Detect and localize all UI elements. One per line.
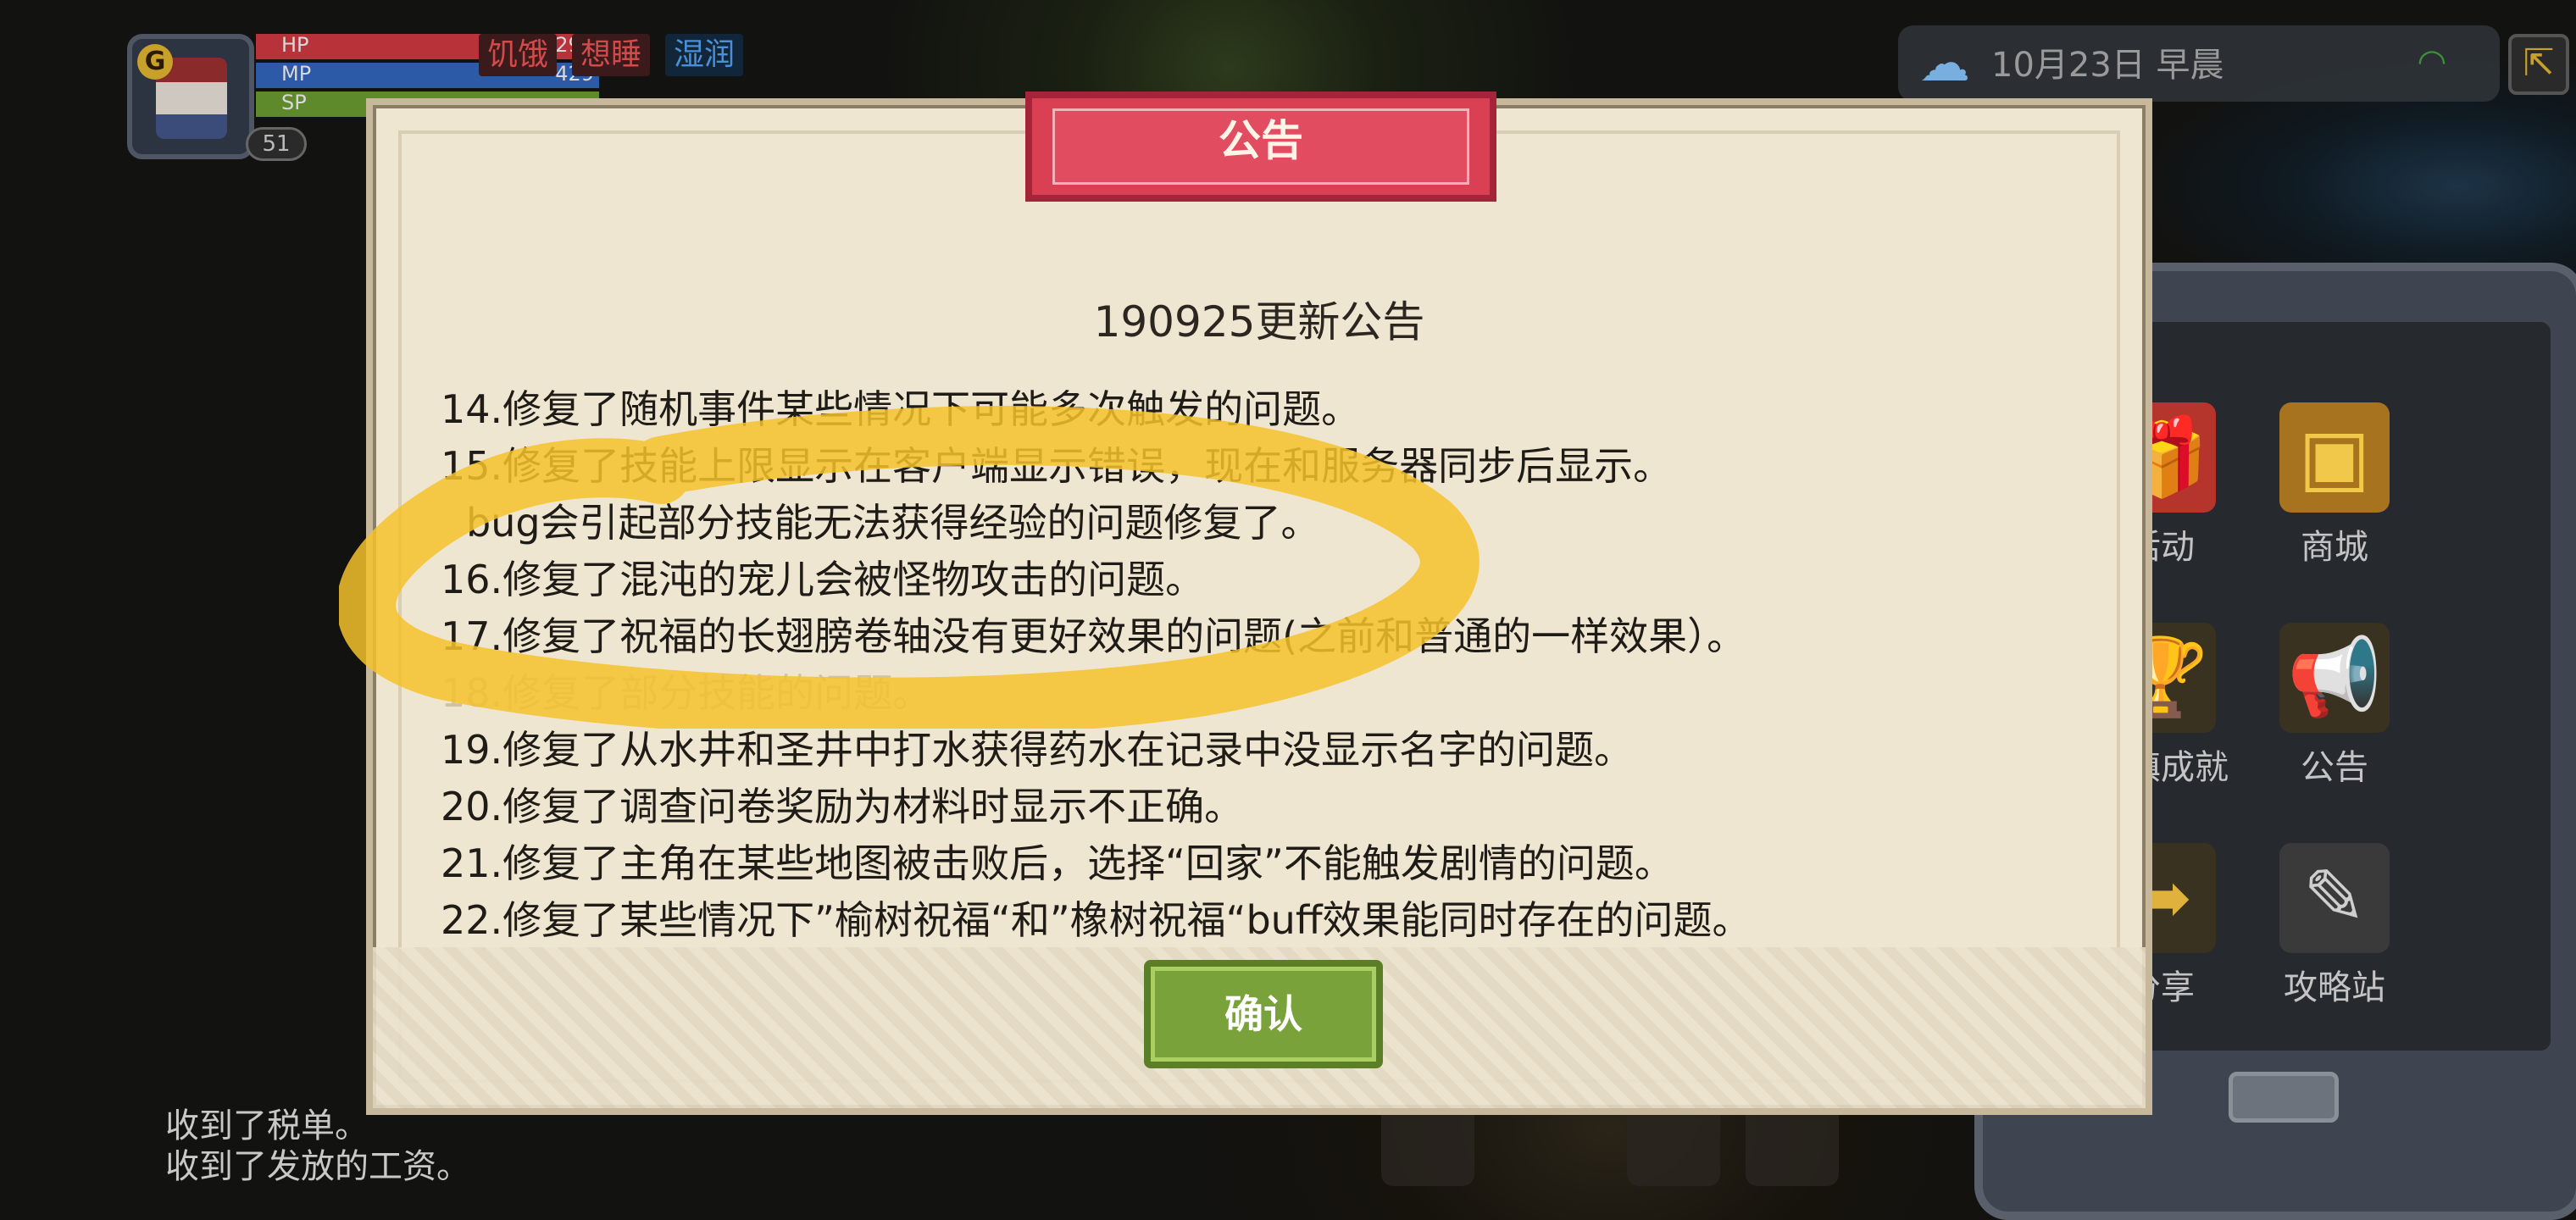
status-hungry[interactable]: 饥饿 [479,34,558,76]
notice-line: 19.修复了从水井和圣井中打水获得药水在记录中没显示名字的问题。 [441,727,1634,773]
notice-line: 22.修复了某些情况下”榆树祝福“和”橡树祝福“buff效果能同时存在的问题。 [441,897,1752,943]
notice-line: 17.修复了祝福的长翅膀卷轴没有更好效果的问题(之前和普通的一样效果）。 [441,613,1746,659]
date-time-text: 10月23日 早晨 [1991,46,2224,85]
guild-badge-icon: G [137,44,173,80]
mp-label: MP [281,62,312,86]
notice-line: 18.修复了部分技能的问题。 [441,670,932,716]
notice-line: 21.修复了主角在某些地图被击败后，选择“回家”不能触发剧情的问题。 [441,840,1674,886]
notice-heading: 190925更新公告 [1093,297,1425,347]
menu-item-label: 攻略站 [2284,968,2385,1007]
confirm-button[interactable]: 确认 [1144,960,1383,1068]
phone-home-button[interactable] [2229,1072,2339,1123]
log-line: 收到了发放的工资。 [165,1147,470,1186]
menu-item-guide[interactable]: ✎ 攻略站 [2262,843,2407,1029]
hp-label: HP [281,33,309,57]
dialog-title-ribbon: 公告 [1025,92,1496,219]
status-wet[interactable]: 湿润 [665,34,744,76]
player-avatar[interactable]: G [127,34,254,159]
notice-line: 20.修复了调查问卷奖励为材料时显示不正确。 [441,784,1244,829]
menu-item-label: 商城 [2301,528,2368,567]
exit-button[interactable]: ⇱ [2508,34,2569,95]
menu-item-label: 公告 [2301,748,2368,787]
treasure-chest-icon: ▣ [2279,402,2390,513]
notice-line: 15.修复了技能上限显示在客户端显示错误，现在和服务器同步后显示。 [441,443,1673,489]
status-sleepy[interactable]: 想睡 [572,34,651,76]
notice-line: bug会引起部分技能无法获得经验的问题修复了。 [466,500,1320,546]
menu-item-notice[interactable]: 📢 公告 [2262,623,2407,809]
notice-line: 16.修复了混沌的宠儿会被怪物攻击的问题。 [441,557,1205,602]
level-badge: 51 [246,127,307,161]
guide-icon: ✎ [2279,843,2390,953]
date-weather-panel: ☁ 10月23日 早晨 ◠ [1898,25,2500,102]
rain-cloud-icon: ☁ [1919,34,1970,93]
wifi-icon: ◠ [2417,42,2447,81]
game-screen: G 51 HP 1290 MP 429 SP 饥饿 想睡 湿润 ☁ 10月23日… [0,0,2576,1220]
sp-label: SP [281,91,307,114]
dialog-title: 公告 [1219,116,1303,165]
notice-line: 14.修复了随机事件某些情况下可能多次触发的问题。 [441,386,1361,432]
message-log: 收到了税单。 收到了发放的工资。 [165,1106,470,1187]
notice-body: 14.修复了随机事件某些情况下可能多次触发的问题。 15.修复了技能上限显示在客… [441,381,2101,949]
megaphone-icon: 📢 [2279,623,2390,733]
menu-item-shop[interactable]: ▣ 商城 [2262,402,2407,589]
